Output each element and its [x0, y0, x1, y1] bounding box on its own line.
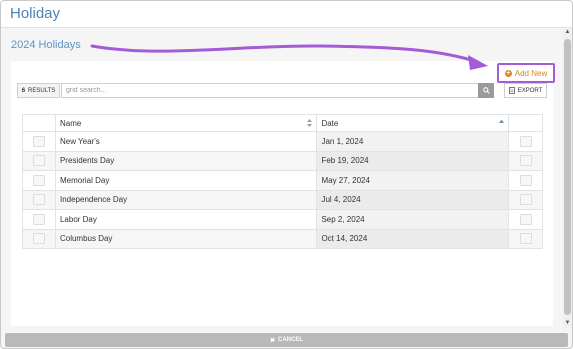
- date-column-header[interactable]: Date: [316, 114, 510, 132]
- document-icon: [508, 87, 515, 94]
- sort-icon: [307, 119, 313, 127]
- holiday-name: Independence Day: [54, 189, 318, 210]
- name-column-label: Name: [59, 118, 82, 128]
- search-button[interactable]: [478, 83, 494, 98]
- export-button[interactable]: EXPORT: [504, 83, 547, 98]
- search-icon: [482, 87, 490, 94]
- dialog-title: Holiday: [10, 5, 61, 22]
- delete-trash-icon[interactable]: [519, 174, 532, 186]
- scroll-thumb[interactable]: [564, 39, 571, 315]
- export-label: EXPORT: [517, 87, 543, 94]
- delete-trash-icon[interactable]: [519, 135, 532, 147]
- date-column-label: Date: [321, 118, 339, 128]
- edit-pencil-icon[interactable]: [32, 135, 45, 147]
- edit-column-header: [22, 114, 56, 132]
- cancel-label: CANCEL: [278, 337, 304, 343]
- cancel-button[interactable]: ✖ CANCEL: [5, 333, 568, 347]
- table-row: Memorial Day May 27, 2024: [22, 170, 543, 191]
- holiday-name: Labor Day: [54, 209, 318, 230]
- edit-pencil-icon[interactable]: [32, 194, 45, 206]
- results-count-badge: 6 RESULTS: [17, 83, 60, 98]
- edit-pencil-icon[interactable]: [32, 233, 45, 245]
- scroll-down-arrow-icon[interactable]: ▼: [563, 320, 572, 328]
- delete-trash-icon[interactable]: [519, 155, 532, 167]
- add-new-button[interactable]: + Add New: [497, 63, 555, 83]
- plus-circle-icon: +: [504, 69, 512, 77]
- table-row: New Year's Jan 1, 2024: [22, 131, 543, 152]
- table-row: Independence Day Jul 4, 2024: [22, 189, 543, 210]
- table-row: Presidents Day Feb 19, 2024: [22, 150, 543, 171]
- sort-ascending-icon: [499, 119, 505, 123]
- delete-trash-icon[interactable]: [519, 194, 532, 206]
- holiday-date: Jan 1, 2024: [316, 131, 510, 152]
- holiday-name: Memorial Day: [54, 170, 318, 191]
- holiday-date: Feb 19, 2024: [316, 150, 510, 171]
- scroll-up-arrow-icon[interactable]: ▲: [563, 29, 572, 37]
- holiday-date: Jul 4, 2024: [316, 189, 510, 210]
- grid-search-input[interactable]: [61, 83, 478, 98]
- section-title: 2024 Holidays: [11, 39, 81, 51]
- table-row: Labor Day Sep 2, 2024: [22, 209, 543, 230]
- holiday-date: Oct 14, 2024: [316, 228, 510, 249]
- edit-pencil-icon[interactable]: [32, 213, 45, 225]
- delete-trash-icon[interactable]: [519, 213, 532, 225]
- edit-pencil-icon[interactable]: [32, 174, 45, 186]
- vertical-scrollbar[interactable]: ▲ ▼: [563, 29, 572, 328]
- holiday-grid: Name Date New Year's Jan 1, 2024 Preside…: [22, 114, 543, 249]
- dialog-header: Holiday: [1, 1, 572, 28]
- close-icon: ✖: [269, 337, 276, 344]
- name-column-header[interactable]: Name: [54, 114, 318, 132]
- holiday-name: Columbus Day: [54, 228, 318, 249]
- holiday-name: Presidents Day: [54, 150, 318, 171]
- delete-trash-icon[interactable]: [519, 233, 532, 245]
- holiday-dialog: Holiday 2024 Holidays + Add New 6 RESULT…: [0, 0, 573, 349]
- holiday-date: Sep 2, 2024: [316, 209, 510, 230]
- add-new-label: Add New: [514, 68, 548, 78]
- holiday-name: New Year's: [54, 131, 318, 152]
- edit-pencil-icon[interactable]: [32, 155, 45, 167]
- holiday-date: May 27, 2024: [316, 170, 510, 191]
- delete-column-header: [508, 114, 543, 132]
- grid-header-row: Name Date: [22, 114, 543, 132]
- table-row: Columbus Day Oct 14, 2024: [22, 228, 543, 249]
- results-label: RESULTS: [28, 87, 56, 94]
- results-count: 6: [21, 87, 26, 94]
